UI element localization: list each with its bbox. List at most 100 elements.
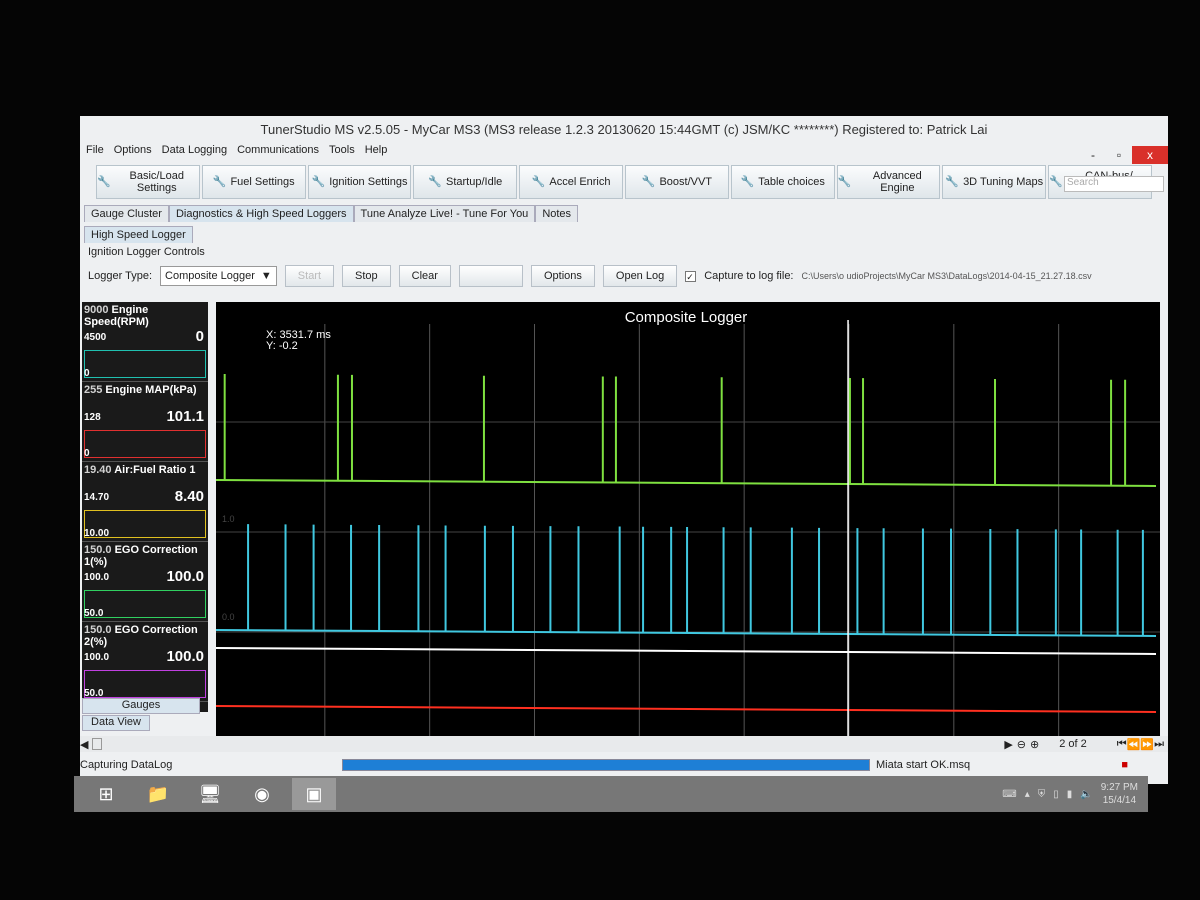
toolbar-label: Ignition Settings	[329, 176, 408, 188]
toolbar-label: Accel Enrich	[549, 176, 611, 188]
menu-help[interactable]: Help	[365, 144, 388, 162]
gauge-min: 0	[84, 368, 90, 379]
restore-button[interactable]: ▫	[1106, 146, 1132, 164]
clear-button[interactable]: Clear	[398, 265, 451, 287]
tab-diagnostics[interactable]: Diagnostics & High Speed Loggers	[168, 205, 354, 222]
gauge-bar	[84, 430, 206, 458]
gauge-value: 8.40	[174, 488, 204, 505]
page-total: 2	[1080, 738, 1087, 750]
disabled-select[interactable]	[458, 265, 523, 287]
gauge[interactable]: 150.0 EGO Correction 1(%) 100.0 100.0 50.…	[82, 542, 208, 622]
toolbar-button-2[interactable]: 🔧 Ignition Settings	[307, 165, 412, 199]
chevron-down-icon: ▼	[260, 270, 272, 282]
start-button[interactable]: Start	[284, 265, 335, 287]
tab-tune-analyze[interactable]: Tune Analyze Live! - Tune For You	[353, 205, 536, 222]
zoom-in-icon[interactable]: ⊕	[1030, 738, 1039, 751]
scroll-thumb[interactable]	[92, 738, 103, 750]
tunerstudio-icon[interactable]: ▣	[292, 778, 336, 810]
close-button[interactable]: x	[1132, 146, 1168, 164]
toolbar-button-8[interactable]: 🔧 3D Tuning Maps	[942, 165, 1047, 199]
minimize-button[interactable]: -	[1080, 146, 1106, 164]
tab-gauges[interactable]: Gauges	[82, 698, 200, 714]
toolbar-button-7[interactable]: 🔧 Advanced Engine	[836, 165, 941, 199]
network-icon[interactable]: ▮	[1067, 789, 1073, 800]
gauge-max: 150.0	[84, 544, 112, 556]
monitor-app-icon[interactable]: 🖥	[188, 778, 232, 810]
next-page-icon[interactable]: ⏩	[1140, 738, 1154, 751]
chart-title: Composite Logger	[625, 309, 748, 326]
keyboard-icon[interactable]: ⌨	[1002, 789, 1016, 800]
toolbar-label: Startup/Idle	[446, 176, 503, 188]
gauge-value: 101.1	[166, 408, 204, 425]
security-icon[interactable]: ⛨	[1038, 789, 1046, 800]
last-page-icon[interactable]: ⏭	[1154, 738, 1164, 751]
clock-date[interactable]: 15/4/14	[1103, 795, 1136, 806]
composite-logger-chart[interactable]: Composite LoggerX: 3531.7 msY: -0.21.00.…	[216, 302, 1160, 738]
gauge-mid: 14.70	[84, 492, 110, 503]
scroll-left-icon[interactable]: ◀	[80, 738, 88, 751]
menu-data-logging[interactable]: Data Logging	[162, 144, 227, 162]
tray-expand-icon[interactable]: ▴	[1025, 789, 1030, 800]
toolbar-label: Basic/Load Settings	[129, 170, 184, 194]
gauge-mid: 100.0	[84, 572, 110, 583]
toolbar-button-4[interactable]: 🔧 Accel Enrich	[519, 165, 623, 199]
gauge-min: 0	[84, 448, 90, 459]
gauge-max: 255	[84, 384, 103, 396]
title-bar: TunerStudio MS v2.5.05 - MyCar MS3 (MS3 …	[80, 116, 1168, 144]
capture-label: Capture to log file:	[704, 270, 794, 282]
toolbar-button-0[interactable]: 🔧 Basic/Load Settings	[96, 165, 200, 199]
toolbar-button-5[interactable]: 🔧 Boost/VVT	[624, 165, 729, 199]
trace-baseline	[216, 629, 1157, 637]
logger-type-select[interactable]: Composite Logger ▼	[160, 266, 277, 286]
capture-progress	[342, 759, 870, 771]
toolbar-button-6[interactable]: 🔧 Table choices	[730, 165, 835, 199]
battery-icon[interactable]: ▯	[1053, 789, 1059, 800]
tab-data-view[interactable]: Data View	[82, 715, 150, 731]
tab-gauge-cluster[interactable]: Gauge Cluster	[84, 205, 169, 222]
gauge-mid: 4500	[84, 332, 107, 343]
search-input[interactable]: Search	[1064, 176, 1164, 192]
menu-tools[interactable]: Tools	[329, 144, 355, 162]
tab-notes[interactable]: Notes	[535, 205, 579, 222]
gauge-mid: 100.0	[84, 652, 110, 663]
gauge-value: 100.0	[166, 568, 204, 585]
clock-time[interactable]: 9:27 PM	[1101, 782, 1138, 793]
connection-indicator-icon: ■	[1121, 759, 1128, 771]
gauge-value: 0	[195, 328, 204, 345]
options-button[interactable]: Options	[530, 265, 595, 287]
gauge-panel: 9000 Engine Speed(RPM) 4500 0 0 255 Engine…	[82, 302, 208, 712]
toolbar-button-3[interactable]: 🔧 Startup/Idle	[413, 165, 518, 199]
menu-communications[interactable]: Communications	[237, 144, 319, 162]
spark-icon: 🔧	[311, 176, 326, 188]
gauge-max: 19.40	[84, 464, 112, 476]
gauge-max: 9000	[84, 304, 109, 316]
window-title: TunerStudio MS v2.5.05 - MyCar MS3 (MS3 …	[260, 122, 988, 137]
start-icon[interactable]: ⊞	[84, 778, 128, 810]
toolbar-label: Advanced Engine	[872, 170, 922, 194]
stop-button[interactable]: Stop	[342, 265, 391, 287]
toolbar-button-1[interactable]: 🔧 Fuel Settings	[201, 165, 306, 199]
zoom-out-icon[interactable]: ⊖	[1017, 738, 1026, 751]
trace-baseline	[216, 705, 1157, 713]
volume-icon[interactable]: 🔈	[1080, 789, 1092, 800]
status-text: Capturing DataLog	[80, 759, 173, 771]
first-page-icon[interactable]: ⏮	[1117, 738, 1127, 751]
horizontal-scrollbar[interactable]: ◀ ▶ ⊖ ⊕ 2 of 2 ⏮ ⏪ ⏩ ⏭	[80, 736, 1168, 752]
gauge[interactable]: 9000 Engine Speed(RPM) 4500 0 0	[82, 302, 208, 382]
wrench-icon: 🔧	[641, 176, 656, 188]
open-log-button[interactable]: Open Log	[602, 265, 678, 287]
gauge-mid: 128	[84, 412, 101, 423]
file-explorer-icon[interactable]: 📁	[136, 778, 180, 810]
chrome-icon[interactable]: ◉	[240, 778, 284, 810]
menu-options[interactable]: Options	[114, 144, 152, 162]
gauge-title: Air:Fuel Ratio 1	[114, 464, 196, 476]
gauge-value: 100.0	[166, 648, 204, 665]
menu-file[interactable]: File	[86, 144, 104, 162]
prev-page-icon[interactable]: ⏪	[1127, 738, 1141, 751]
capture-checkbox[interactable]: ✓	[685, 270, 697, 282]
gauge[interactable]: 150.0 EGO Correction 2(%) 100.0 100.0 50.…	[82, 622, 208, 702]
gauge[interactable]: 19.40 Air:Fuel Ratio 1 14.70 8.40 10.00	[82, 462, 208, 542]
tab-high-speed-logger[interactable]: High Speed Logger	[84, 226, 193, 243]
gauge[interactable]: 255 Engine MAP(kPa) 128 101.1 0	[82, 382, 208, 462]
scroll-right-icon[interactable]: ▶	[1004, 738, 1012, 751]
